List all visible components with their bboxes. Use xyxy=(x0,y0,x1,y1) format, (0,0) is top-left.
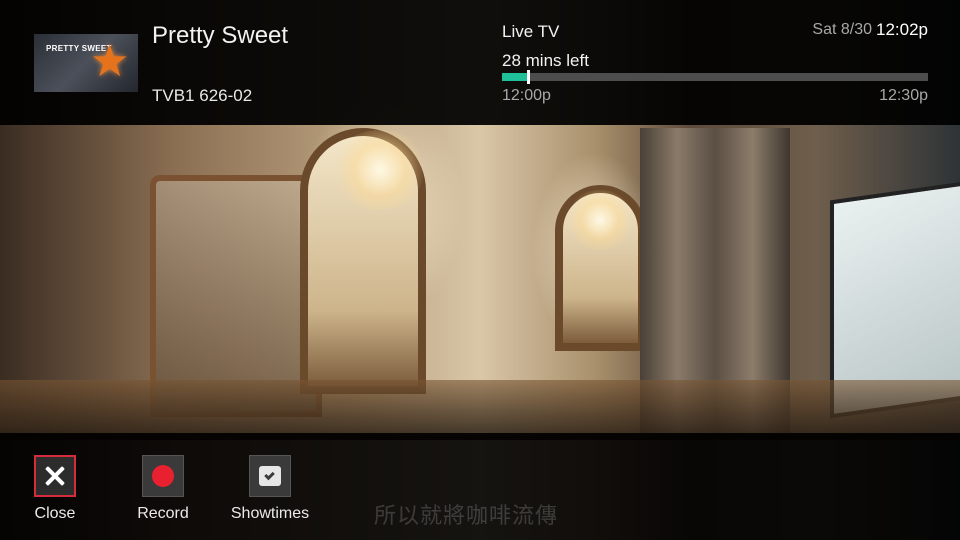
live-tv-label: Live TV xyxy=(502,22,560,41)
record-button-box[interactable] xyxy=(142,455,184,497)
channel-info: TVB1 626-02 xyxy=(152,86,253,105)
program-title: Pretty Sweet xyxy=(152,22,289,49)
current-time: 12:02p xyxy=(876,20,928,39)
record-button[interactable]: Record xyxy=(118,455,208,523)
close-icon xyxy=(36,457,74,495)
start-time: 12:00p xyxy=(502,87,551,104)
current-date: Sat 8/30 xyxy=(812,21,872,38)
close-label: Close xyxy=(34,505,76,522)
chandelier xyxy=(330,130,430,210)
star-icon: ★ xyxy=(90,37,130,86)
info-bar: PRETTY SWEET ★ Pretty Sweet TVB1 626-02 … xyxy=(0,0,960,125)
program-thumbnail: PRETTY SWEET ★ xyxy=(34,34,138,92)
program-progress-bar xyxy=(502,70,928,84)
showtimes-icon xyxy=(259,466,281,486)
progress-fill xyxy=(502,73,528,81)
floor xyxy=(0,380,960,440)
time-remaining: 28 mins left xyxy=(502,51,589,70)
end-time: 12:30p xyxy=(879,87,928,104)
close-button-box[interactable] xyxy=(34,455,76,497)
showtimes-button[interactable]: Showtimes xyxy=(225,455,315,523)
progress-handle xyxy=(526,70,530,84)
showtimes-label: Showtimes xyxy=(230,505,310,522)
record-icon xyxy=(152,465,174,487)
record-label: Record xyxy=(137,505,189,522)
subtitle-caption: 所以就將咖啡流傳 xyxy=(374,503,559,528)
chandelier xyxy=(565,190,635,250)
showtimes-button-box[interactable] xyxy=(249,455,291,497)
close-button[interactable]: Close xyxy=(10,455,100,523)
